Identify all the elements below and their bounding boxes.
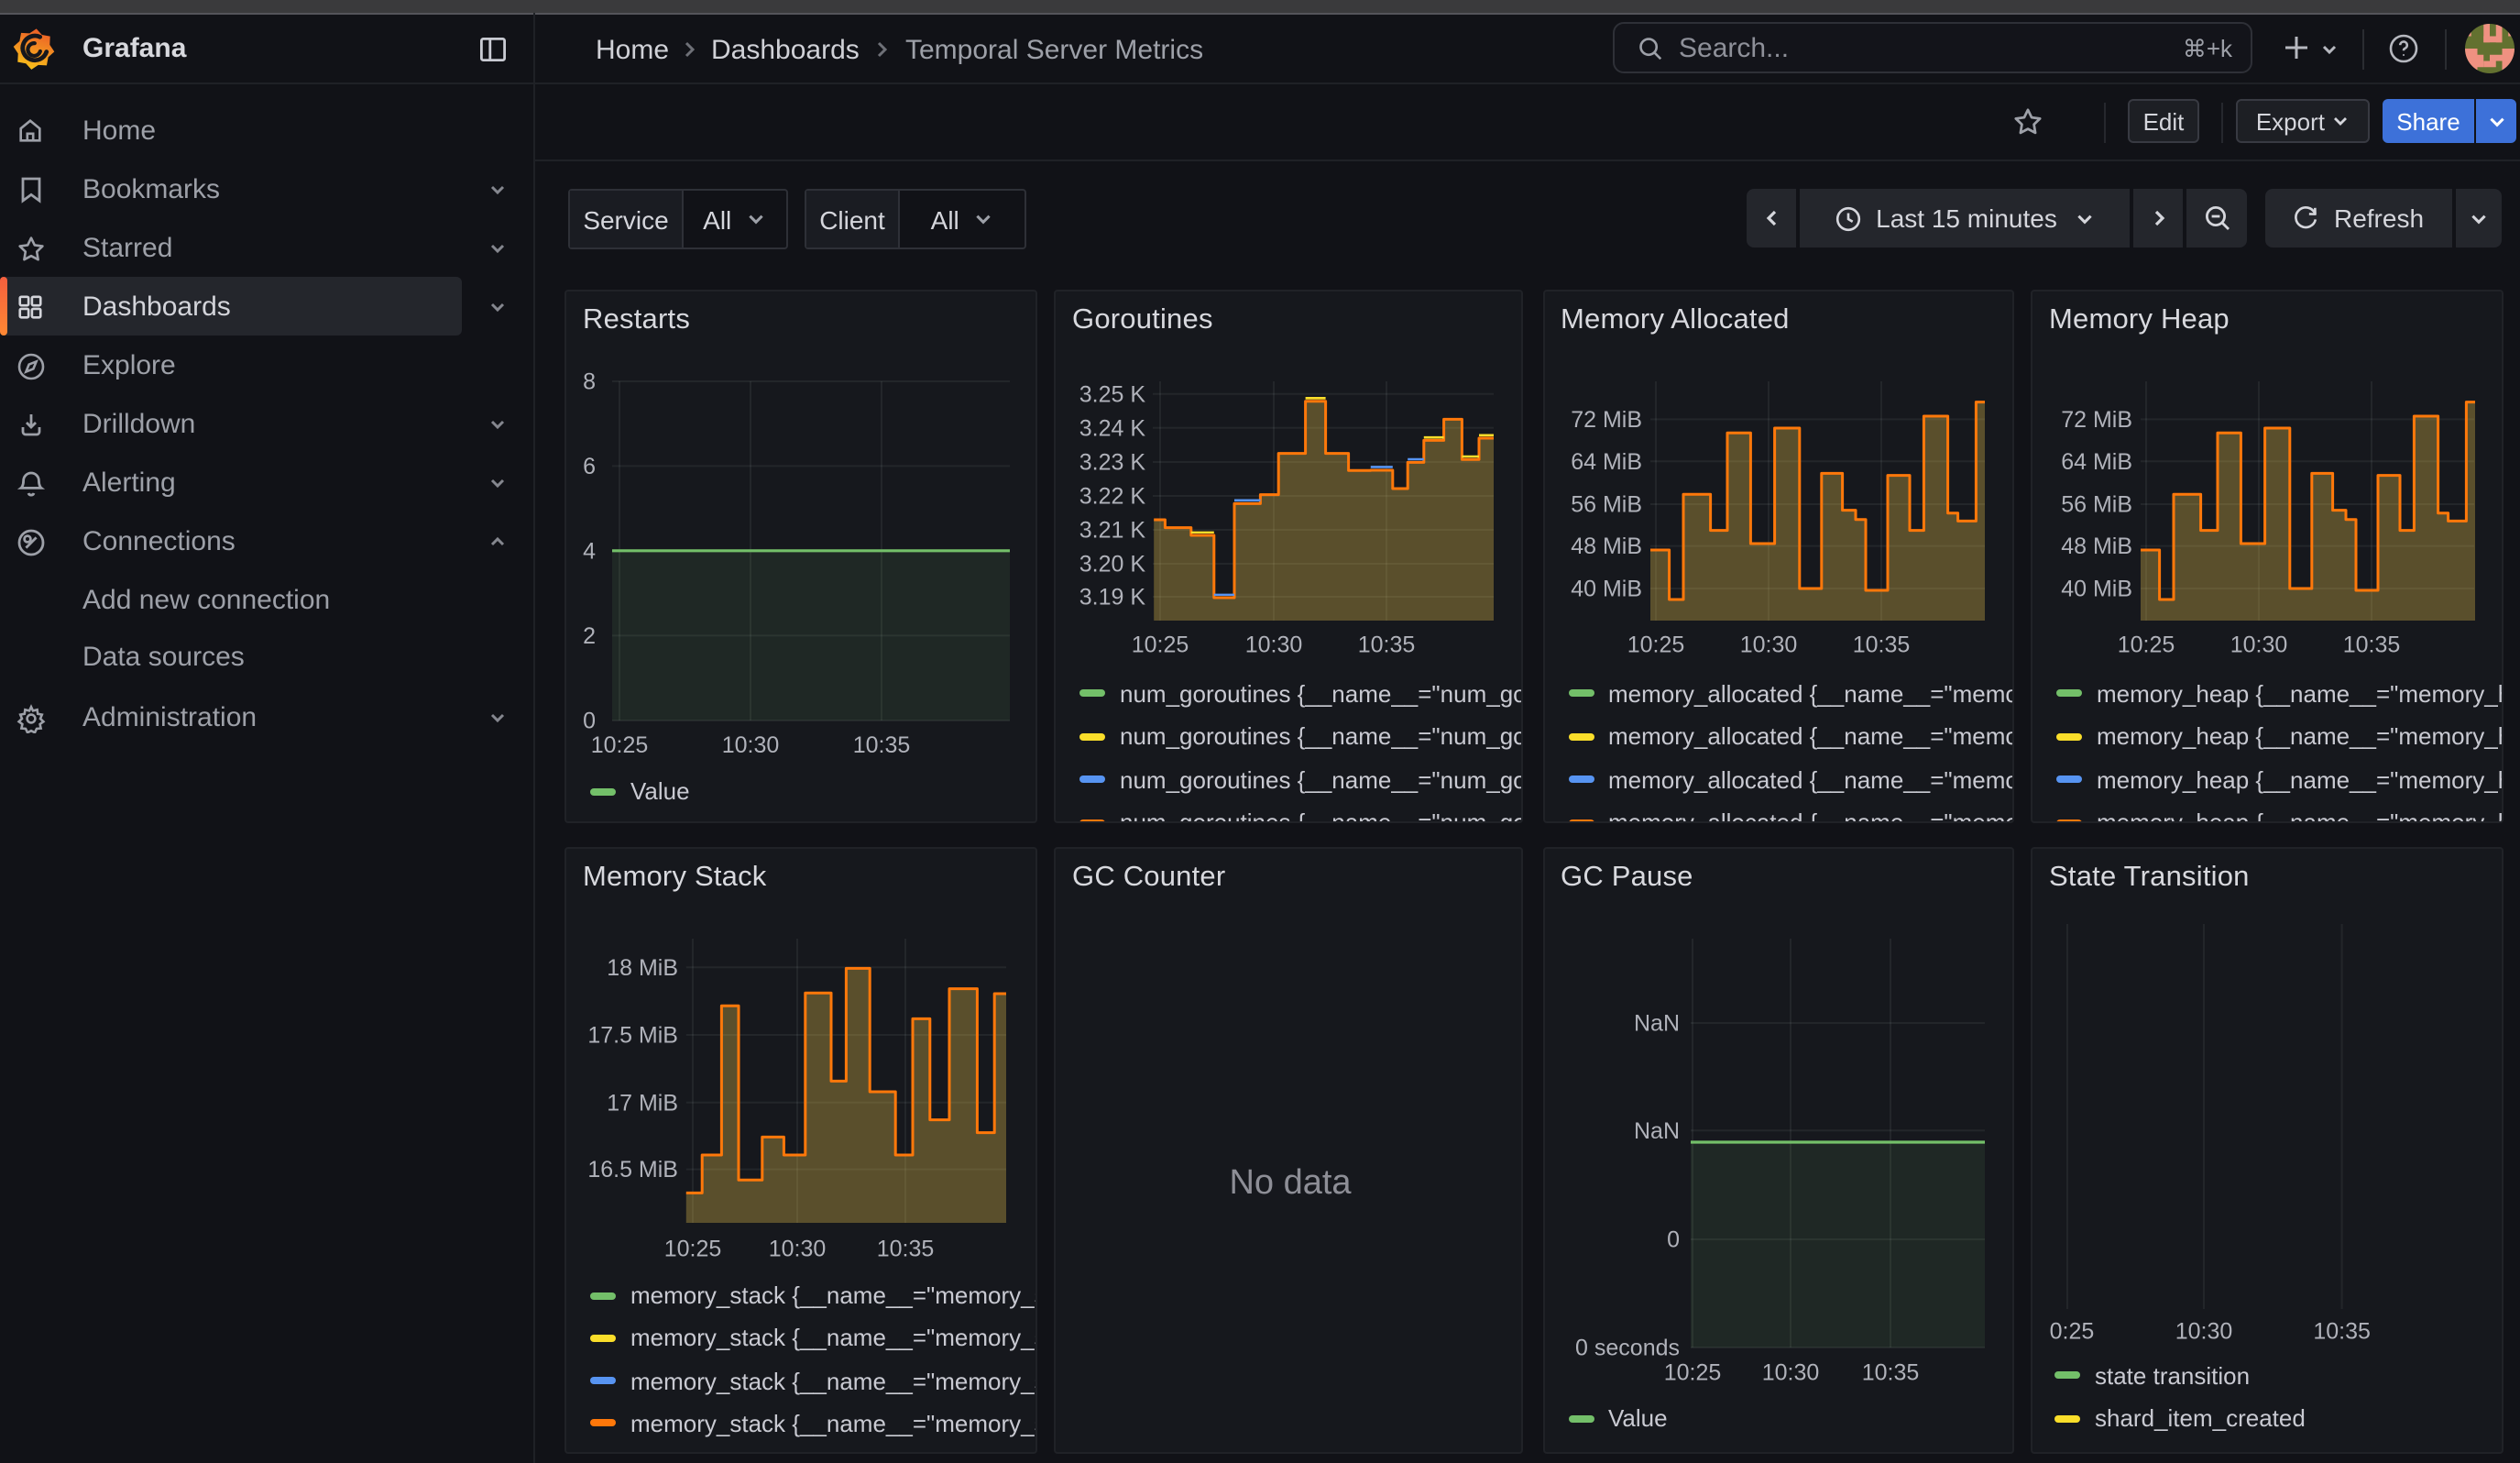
svg-text:10:25: 10:25 bbox=[591, 732, 649, 758]
svg-text:0: 0 bbox=[583, 709, 596, 734]
svg-text:56 MiB: 56 MiB bbox=[2061, 492, 2132, 518]
svg-text:48 MiB: 48 MiB bbox=[2061, 534, 2132, 559]
svg-text:56 MiB: 56 MiB bbox=[1570, 492, 1641, 518]
svg-text:3.21 K: 3.21 K bbox=[1079, 518, 1146, 544]
svg-text:3.20 K: 3.20 K bbox=[1079, 552, 1146, 578]
svg-text:10:35: 10:35 bbox=[1852, 632, 1910, 658]
svg-text:10:30: 10:30 bbox=[769, 1237, 827, 1262]
svg-text:10:35: 10:35 bbox=[877, 1237, 935, 1262]
svg-text:10:25: 10:25 bbox=[1627, 632, 1684, 658]
svg-text:10:30: 10:30 bbox=[1245, 632, 1303, 658]
svg-text:8: 8 bbox=[583, 369, 596, 395]
svg-text:10:25: 10:25 bbox=[1663, 1360, 1721, 1386]
svg-text:18 MiB: 18 MiB bbox=[607, 955, 678, 981]
svg-text:0 seconds: 0 seconds bbox=[1574, 1336, 1679, 1361]
svg-text:3.22 K: 3.22 K bbox=[1079, 484, 1146, 510]
svg-text:3.23 K: 3.23 K bbox=[1079, 450, 1146, 476]
svg-text:NaN: NaN bbox=[1633, 1011, 1679, 1037]
svg-text:6: 6 bbox=[583, 454, 596, 479]
svg-text:NaN: NaN bbox=[1633, 1118, 1679, 1144]
svg-text:2: 2 bbox=[583, 623, 596, 649]
svg-text:10:25: 10:25 bbox=[2118, 632, 2175, 658]
svg-text:48 MiB: 48 MiB bbox=[1570, 534, 1641, 559]
svg-text:40 MiB: 40 MiB bbox=[1570, 577, 1641, 602]
svg-text:10:35: 10:35 bbox=[1358, 632, 1416, 658]
svg-text:40 MiB: 40 MiB bbox=[2061, 577, 2132, 602]
svg-text:17 MiB: 17 MiB bbox=[607, 1090, 678, 1116]
svg-text:4: 4 bbox=[583, 538, 596, 564]
svg-text:10:25: 10:25 bbox=[664, 1237, 722, 1262]
svg-text:10:35: 10:35 bbox=[1861, 1360, 1919, 1386]
svg-text:10:30: 10:30 bbox=[722, 732, 780, 758]
svg-text:10:25: 10:25 bbox=[1132, 632, 1189, 658]
svg-text:3.24 K: 3.24 K bbox=[1079, 415, 1146, 441]
svg-text:0:25: 0:25 bbox=[2050, 1319, 2095, 1345]
svg-text:64 MiB: 64 MiB bbox=[2061, 449, 2132, 475]
svg-text:10:30: 10:30 bbox=[2230, 632, 2288, 658]
svg-text:64 MiB: 64 MiB bbox=[1570, 449, 1641, 475]
svg-text:16.5 MiB: 16.5 MiB bbox=[587, 1157, 678, 1182]
svg-text:72 MiB: 72 MiB bbox=[1570, 407, 1641, 433]
svg-text:10:35: 10:35 bbox=[2343, 632, 2401, 658]
svg-text:3.25 K: 3.25 K bbox=[1079, 381, 1146, 407]
svg-text:10:30: 10:30 bbox=[1739, 632, 1797, 658]
svg-text:10:35: 10:35 bbox=[853, 732, 911, 758]
svg-text:10:30: 10:30 bbox=[1761, 1360, 1819, 1386]
svg-text:10:30: 10:30 bbox=[2175, 1319, 2233, 1345]
svg-text:72 MiB: 72 MiB bbox=[2061, 407, 2132, 433]
svg-text:17.5 MiB: 17.5 MiB bbox=[587, 1023, 678, 1049]
svg-text:3.19 K: 3.19 K bbox=[1079, 585, 1146, 610]
svg-text:0: 0 bbox=[1666, 1227, 1679, 1253]
svg-text:10:35: 10:35 bbox=[2313, 1319, 2371, 1345]
